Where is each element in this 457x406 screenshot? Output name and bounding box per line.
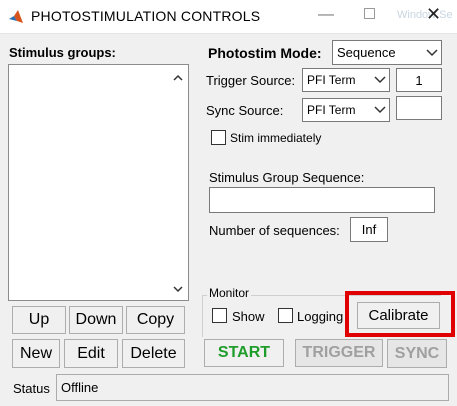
sync-source-label: Sync Source: [206, 103, 284, 118]
background-window-title: Window Se [397, 9, 453, 21]
scroll-up-icon[interactable] [172, 73, 184, 83]
status-value: Offline [61, 380, 99, 395]
window-title: PHOTOSTIMULATION CONTROLS [31, 8, 261, 24]
show-checkbox[interactable] [212, 308, 227, 323]
copy-button[interactable]: Copy [126, 306, 185, 334]
start-button[interactable]: START [204, 339, 284, 367]
photostim-mode-select[interactable]: Sequence [332, 40, 442, 65]
status-field: Offline [56, 374, 449, 401]
minimize-button[interactable]: — [318, 6, 334, 24]
number-of-sequences-field[interactable]: Inf [350, 217, 388, 242]
logging-checkbox[interactable] [278, 308, 293, 323]
sync-value-field[interactable] [396, 96, 442, 120]
down-button[interactable]: Down [69, 306, 123, 334]
edit-button[interactable]: Edit [64, 339, 118, 368]
logging-label: Logging [297, 309, 344, 324]
new-button[interactable]: New [12, 339, 60, 368]
photostim-mode-value: Sequence [337, 45, 396, 60]
stimulus-groups-list[interactable] [8, 64, 189, 301]
sync-source-value: PFI Term [307, 103, 356, 117]
stim-immediately-checkbox[interactable] [211, 130, 226, 145]
status-label: Status [13, 381, 50, 396]
monitor-panel-title: Monitor [207, 286, 252, 300]
number-of-sequences-label: Number of sequences: [209, 223, 340, 238]
maximize-button[interactable] [364, 8, 375, 19]
chevron-down-icon [371, 69, 389, 91]
trigger-source-value: PFI Term [307, 73, 356, 87]
chevron-down-icon [423, 41, 441, 64]
show-label: Show [232, 309, 265, 324]
trigger-source-select[interactable]: PFI Term [302, 68, 390, 92]
stim-immediately-label: Stim immediately [230, 131, 322, 145]
trigger-source-label: Trigger Source: [206, 73, 296, 88]
calibrate-highlight-box [345, 291, 455, 337]
close-button[interactable]: ✕ [426, 4, 441, 25]
sync-button[interactable]: SYNC [387, 339, 447, 368]
stimulus-groups-label: Stimulus groups: [9, 45, 116, 60]
matlab-logo-icon [9, 10, 23, 23]
scroll-down-icon[interactable] [172, 284, 184, 294]
trigger-button[interactable]: TRIGGER [295, 339, 383, 367]
photostim-mode-label: Photostim Mode: [208, 45, 322, 61]
up-button[interactable]: Up [12, 306, 66, 334]
sync-source-select[interactable]: PFI Term [302, 98, 390, 122]
stimulus-group-sequence-label: Stimulus Group Sequence: [209, 170, 365, 185]
stimulus-group-sequence-field[interactable] [209, 187, 435, 213]
trigger-count-field[interactable]: 1 [396, 68, 442, 92]
chevron-down-icon [371, 99, 389, 121]
delete-button[interactable]: Delete [122, 339, 185, 368]
